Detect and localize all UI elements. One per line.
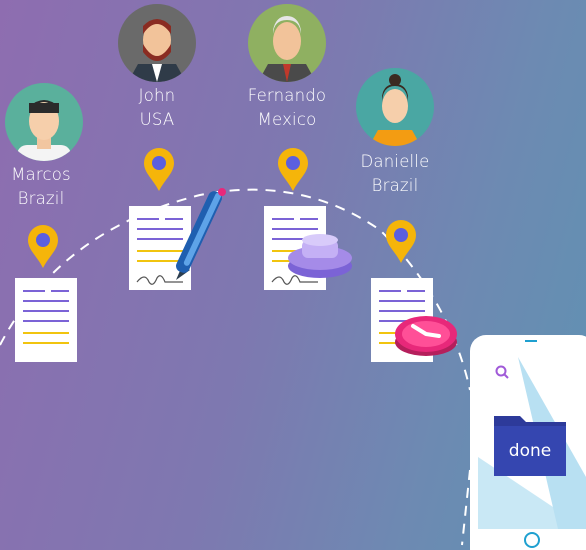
avatar-marcos xyxy=(5,83,83,161)
home-button[interactable] xyxy=(524,532,540,548)
search-icon[interactable] xyxy=(494,364,510,380)
location-pin-icon xyxy=(278,148,308,191)
person-marcos-country: Brazil xyxy=(17,189,65,208)
location-pin-icon xyxy=(28,225,58,268)
workflow-scene: Marcos Brazil John USA Fernando Mexico D… xyxy=(0,0,586,550)
person-marcos-name: Marcos xyxy=(11,165,71,184)
person-danielle-name: Danielle xyxy=(360,152,430,171)
phone-speaker xyxy=(525,340,537,342)
person-danielle-country: Brazil xyxy=(371,176,419,195)
pen-icon xyxy=(176,188,226,280)
location-pin-icon xyxy=(386,220,416,263)
folder-label: done xyxy=(508,441,552,461)
stamp-icon xyxy=(288,234,352,278)
document-icon xyxy=(15,278,77,362)
avatar-fernando xyxy=(248,4,326,82)
person-fernando-name: Fernando xyxy=(247,86,327,105)
phone-screen: done xyxy=(478,357,586,529)
phone-device: done xyxy=(470,335,586,550)
avatar-danielle xyxy=(356,68,434,146)
clock-icon xyxy=(395,316,457,356)
person-john-country: USA xyxy=(139,110,175,129)
location-pin-icon xyxy=(144,148,174,191)
person-john-name: John xyxy=(138,86,176,105)
avatar-john xyxy=(118,4,196,82)
person-fernando-country: Mexico xyxy=(257,110,317,129)
